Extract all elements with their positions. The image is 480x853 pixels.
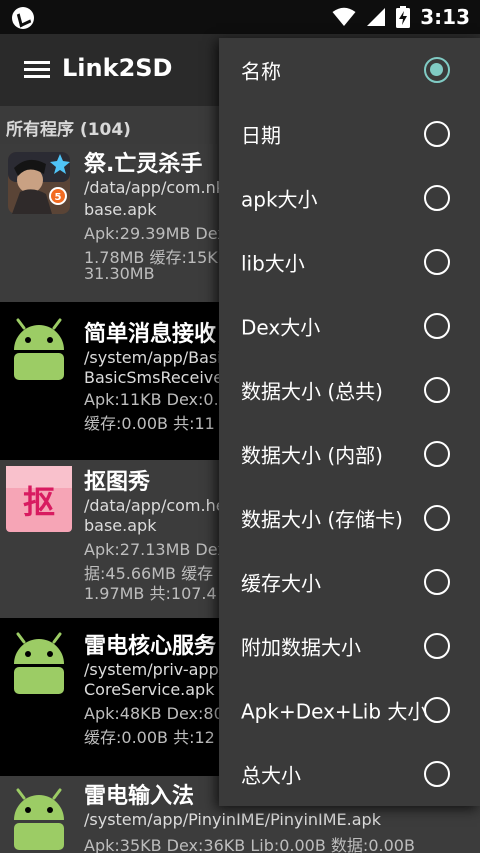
radio-button[interactable]	[424, 249, 450, 275]
app-size-line: 缓存:0.00B 共:11	[84, 414, 215, 433]
app-title: Link2SD	[62, 54, 173, 82]
app-name: 简单消息接收	[84, 322, 217, 347]
app-size-line: Apk:29.39MB Dex	[84, 224, 227, 243]
app-path: /system/priv-app/	[84, 660, 225, 679]
app-size-line: 1.97MB 共:107.4	[84, 584, 217, 603]
radio-button[interactable]	[424, 121, 450, 147]
sort-option-lib-size[interactable]: lib大小	[219, 230, 480, 294]
app-name: 雷电输入法	[84, 784, 195, 809]
app-path: /data/app/com.he	[84, 496, 226, 515]
radio-button[interactable]	[424, 761, 450, 787]
sort-option-label: 日期	[241, 123, 281, 148]
app-path: /data/app/com.nk	[84, 178, 225, 197]
sort-option-data-total[interactable]: 数据大小 (总共)	[219, 358, 480, 422]
app-size-line: Apk:48KB Dex:80	[84, 704, 224, 723]
clock-time: 3:13	[420, 5, 470, 29]
sort-option-data-sdcard[interactable]: 数据大小 (存储卡)	[219, 486, 480, 550]
app-file: BasicSmsReceive	[84, 368, 224, 387]
android-app-icon	[6, 630, 72, 696]
sort-option-label: lib大小	[241, 251, 305, 276]
sort-option-label: 数据大小 (内部)	[241, 443, 383, 468]
sort-option-label: 附加数据大小	[241, 635, 361, 660]
hamburger-menu-icon[interactable]	[24, 61, 50, 79]
radio-button[interactable]	[424, 313, 450, 339]
sort-option-label: 数据大小 (总共)	[241, 379, 383, 404]
app-size-line: 缓存:0.00B 共:12	[84, 728, 215, 747]
sort-option-label: Dex大小	[241, 315, 321, 340]
app-file: base.apk	[84, 516, 157, 535]
sort-option-extra-data[interactable]: 附加数据大小	[219, 614, 480, 678]
app-name: 祭.亡灵杀手	[84, 152, 203, 177]
sort-option-date[interactable]: 日期	[219, 102, 480, 166]
game-app-icon: 5	[6, 150, 72, 216]
sort-option-apk-size[interactable]: apk大小	[219, 166, 480, 230]
status-icons: 3:13	[332, 4, 470, 30]
app-size-line: Apk:27.13MB Dex	[84, 540, 227, 559]
app-file: CoreService.apk	[84, 680, 215, 699]
app-size-line: Apk:11KB Dex:0.0	[84, 390, 229, 409]
sort-option-name[interactable]: 名称	[219, 38, 480, 102]
app-notification-icon	[12, 7, 34, 29]
radio-button[interactable]	[424, 505, 450, 531]
app-name: 雷电核心服务	[84, 634, 217, 659]
radio-button[interactable]	[424, 633, 450, 659]
battery-charging-icon	[396, 6, 411, 28]
app-file: base.apk	[84, 200, 157, 219]
svg-text:5: 5	[55, 192, 62, 203]
sort-menu: 名称 日期 apk大小 lib大小 Dex大小 数据大小 (总共) 数据大小 (…	[219, 38, 480, 806]
app-path: /system/app/Basi	[84, 348, 222, 367]
android-app-icon	[6, 316, 72, 382]
radio-button[interactable]	[424, 441, 450, 467]
sort-option-total-size[interactable]: 总大小	[219, 742, 480, 806]
sort-option-data-internal[interactable]: 数据大小 (内部)	[219, 422, 480, 486]
sort-option-label: 总大小	[241, 763, 301, 788]
status-bar: 3:13	[0, 0, 480, 34]
sort-option-apk-dex-lib[interactable]: Apk+Dex+Lib 大小	[219, 678, 480, 742]
radio-button[interactable]	[424, 569, 450, 595]
cellular-signal-icon	[367, 8, 386, 26]
sort-option-label: 数据大小 (存储卡)	[241, 507, 403, 532]
sort-option-dex-size[interactable]: Dex大小	[219, 294, 480, 358]
radio-button[interactable]	[424, 377, 450, 403]
radio-button[interactable]	[424, 185, 450, 211]
sort-option-label: apk大小	[241, 187, 318, 212]
app-size-line: Apk:35KB Dex:36KB Lib:0.00B 数据:0.00B	[84, 836, 415, 853]
svg-text:抠: 抠	[23, 483, 55, 521]
sort-option-label: 缓存大小	[241, 571, 321, 596]
android-app-icon	[6, 786, 72, 852]
radio-button-checked[interactable]	[424, 57, 450, 83]
sort-option-label: Apk+Dex+Lib 大小	[241, 699, 428, 724]
sort-option-label: 名称	[241, 59, 281, 84]
wifi-icon	[332, 7, 356, 26]
sort-option-cache-size[interactable]: 缓存大小	[219, 550, 480, 614]
koutu-app-icon: 抠	[6, 466, 72, 532]
app-name: 抠图秀	[84, 470, 151, 495]
app-path: /system/app/PinyinIME/PinyinIME.apk	[84, 810, 381, 829]
app-size-line: 31.30MB	[84, 264, 155, 283]
radio-button[interactable]	[424, 697, 450, 723]
section-title: 所有程序 (104)	[6, 120, 131, 140]
